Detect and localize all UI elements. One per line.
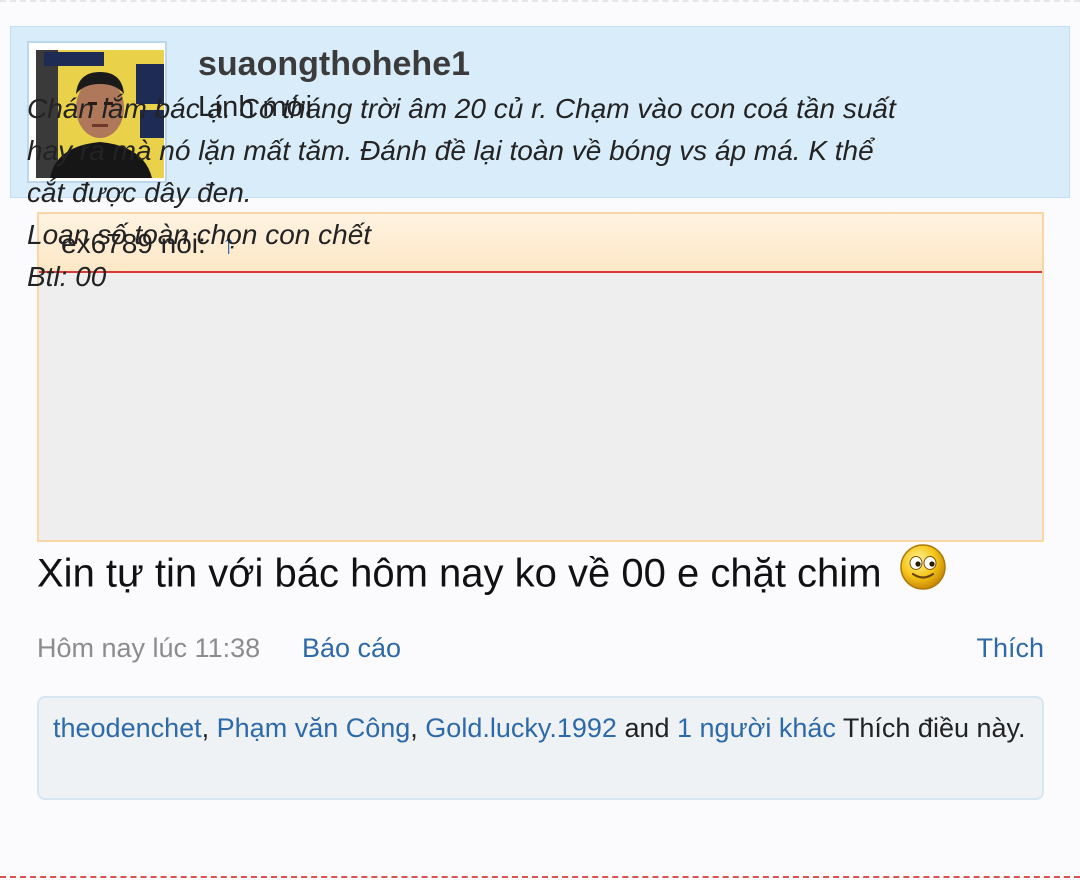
likes-summary: theodenchet, Phạm văn Công, Gold.lucky.1…: [37, 696, 1044, 800]
message-text: Xin tự tin với bác hôm nay ko về 00 e ch…: [37, 551, 882, 596]
liker-link[interactable]: Phạm văn Công: [217, 713, 411, 743]
separator: ,: [201, 713, 217, 743]
likes-and: and: [624, 713, 670, 743]
quote-line: hay ra mà nó lặn mất tăm. Đánh đề lại to…: [27, 135, 874, 166]
quote-line: Btl: 00: [27, 261, 107, 292]
quote-line: Chán lắm bác ạ. Có tháng trời âm 20 củ r…: [27, 93, 896, 124]
liker-link[interactable]: Gold.lucky.1992: [425, 713, 617, 743]
top-divider: [0, 0, 1080, 2]
username[interactable]: suaongthohehe1: [198, 45, 470, 84]
post-timestamp[interactable]: Hôm nay lúc 11:38: [37, 633, 260, 664]
report-link[interactable]: Báo cáo: [302, 633, 401, 664]
likes-suffix: Thích điều này.: [842, 713, 1026, 743]
likes-others-link[interactable]: 1 người khác: [677, 713, 836, 743]
liker-link[interactable]: theodenchet: [53, 713, 202, 743]
smiley-icon: [899, 543, 947, 603]
post-message: Xin tự tin với bác hôm nay ko về 00 e ch…: [37, 543, 947, 606]
like-button[interactable]: Thích: [976, 633, 1044, 664]
quote-text: Chán lắm bác ạ. Có tháng trời âm 20 củ r…: [27, 88, 977, 298]
quote-line: cắt được dây đen.: [27, 177, 252, 208]
bottom-divider: [0, 876, 1080, 878]
quote-line: Loạn số toàn chọn con chết: [27, 219, 372, 250]
separator: ,: [410, 713, 426, 743]
